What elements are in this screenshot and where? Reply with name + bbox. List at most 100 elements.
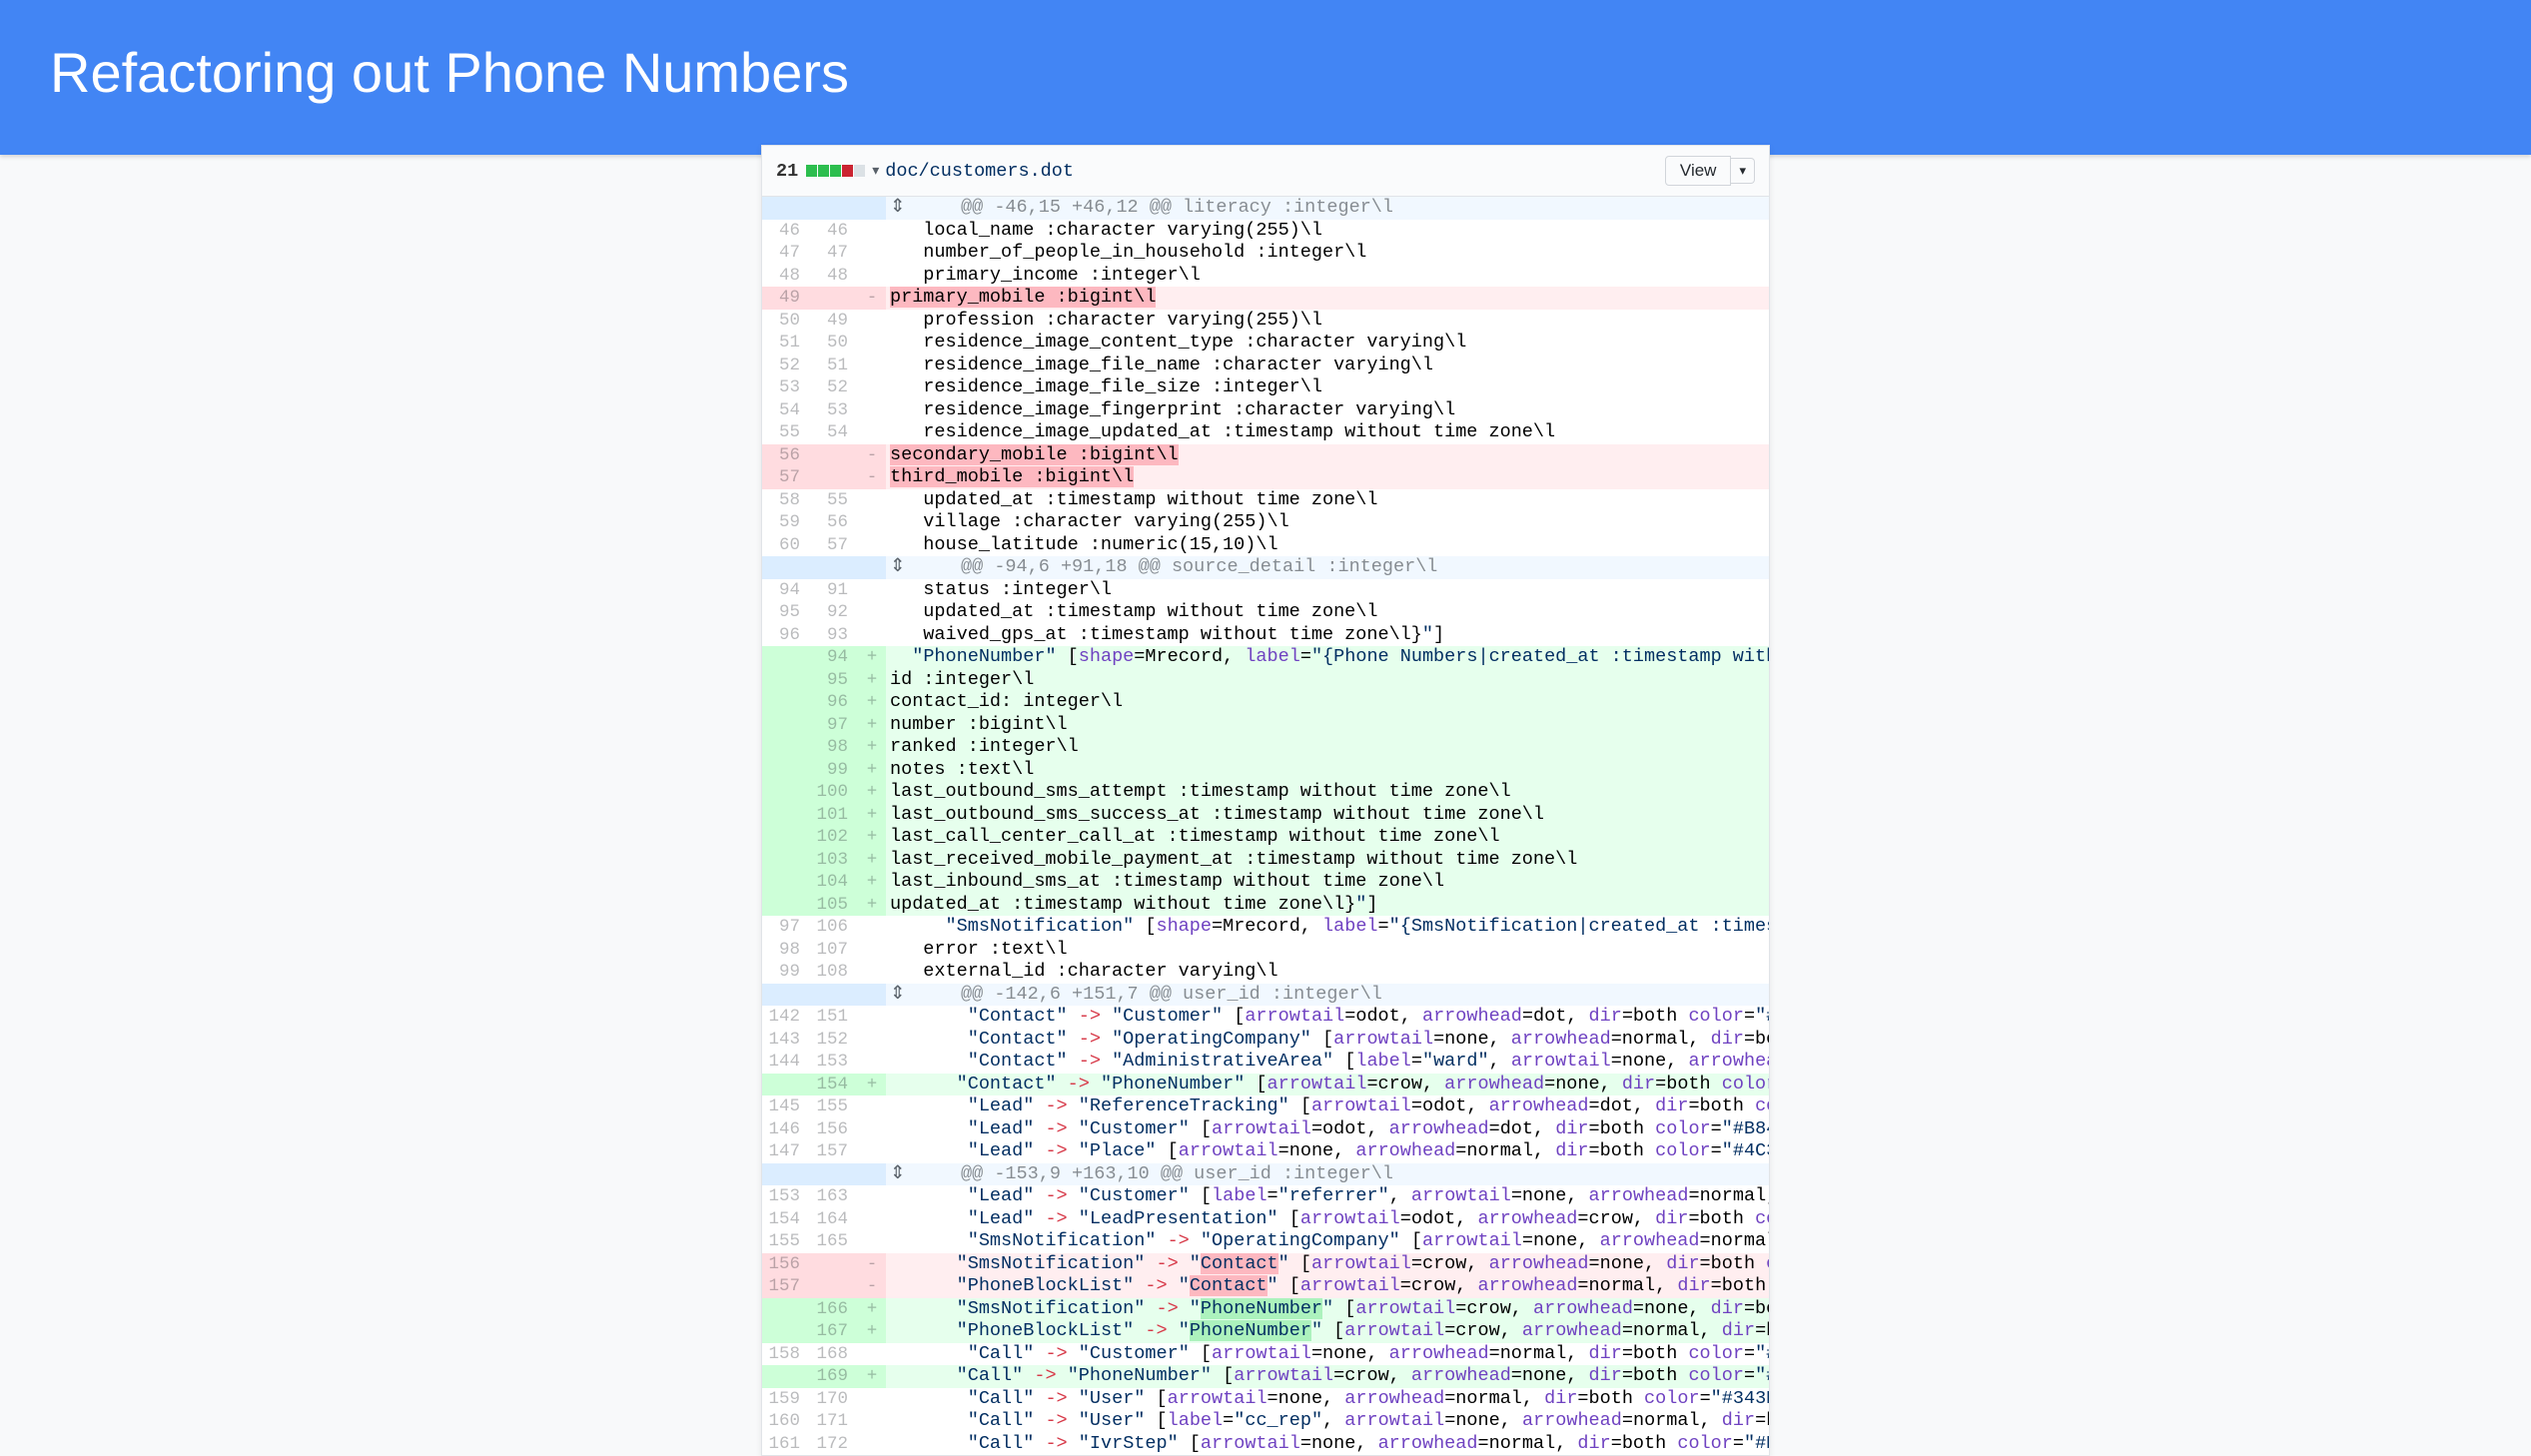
line-number-old[interactable] (762, 669, 810, 692)
line-number-new[interactable]: 153 (810, 1051, 858, 1074)
line-number-new[interactable]: 57 (810, 534, 858, 557)
line-number-new[interactable] (810, 1253, 858, 1276)
line-number-old[interactable]: 95 (762, 601, 810, 624)
line-number-old[interactable]: 57 (762, 466, 810, 489)
line-number-old[interactable]: 48 (762, 265, 810, 288)
line-number-old[interactable]: 146 (762, 1118, 810, 1141)
line-number-old[interactable]: 99 (762, 961, 810, 984)
line-number-old[interactable]: 55 (762, 421, 810, 444)
line-number-new[interactable] (810, 466, 858, 489)
line-number-new[interactable]: 99 (810, 759, 858, 782)
line-number-new[interactable]: 168 (810, 1343, 858, 1366)
line-number-new[interactable]: 103 (810, 849, 858, 872)
line-number-old[interactable]: 50 (762, 310, 810, 333)
line-number-old[interactable] (762, 871, 810, 894)
line-number-new[interactable]: 170 (810, 1388, 858, 1411)
line-number-old[interactable]: 153 (762, 1185, 810, 1208)
line-number-old[interactable] (762, 556, 810, 579)
line-number-old[interactable] (762, 759, 810, 782)
line-number-old[interactable]: 60 (762, 534, 810, 557)
line-number-new[interactable]: 46 (810, 220, 858, 243)
line-number-new[interactable]: 167 (810, 1320, 858, 1343)
line-number-new[interactable]: 56 (810, 511, 858, 534)
line-number-old[interactable]: 46 (762, 220, 810, 243)
view-button[interactable]: View (1665, 156, 1732, 186)
line-number-old[interactable] (762, 1163, 810, 1186)
line-number-old[interactable] (762, 714, 810, 737)
line-number-new[interactable]: 55 (810, 489, 858, 512)
line-number-old[interactable]: 143 (762, 1029, 810, 1052)
line-number-new[interactable]: 105 (810, 894, 858, 917)
line-number-new[interactable]: 49 (810, 310, 858, 333)
line-number-old[interactable] (762, 197, 810, 220)
line-number-new[interactable]: 107 (810, 939, 858, 962)
line-number-old[interactable]: 47 (762, 242, 810, 265)
line-number-old[interactable] (762, 1365, 810, 1388)
line-number-old[interactable]: 53 (762, 376, 810, 399)
line-number-new[interactable]: 157 (810, 1140, 858, 1163)
line-number-old[interactable]: 157 (762, 1275, 810, 1298)
line-number-old[interactable]: 49 (762, 287, 810, 310)
line-number-new[interactable]: 171 (810, 1410, 858, 1433)
line-number-old[interactable]: 94 (762, 579, 810, 602)
line-number-old[interactable] (762, 1298, 810, 1321)
line-number-new[interactable]: 91 (810, 579, 858, 602)
line-number-new[interactable]: 53 (810, 399, 858, 422)
line-number-new[interactable]: 96 (810, 691, 858, 714)
line-number-old[interactable]: 158 (762, 1343, 810, 1366)
line-number-new[interactable]: 155 (810, 1095, 858, 1118)
line-number-new[interactable] (810, 1163, 858, 1186)
line-number-old[interactable] (762, 1074, 810, 1096)
line-number-new[interactable]: 169 (810, 1365, 858, 1388)
line-number-new[interactable]: 172 (810, 1433, 858, 1456)
line-number-old[interactable]: 51 (762, 332, 810, 355)
line-number-old[interactable]: 145 (762, 1095, 810, 1118)
line-number-old[interactable] (762, 646, 810, 669)
line-number-old[interactable]: 161 (762, 1433, 810, 1456)
line-number-new[interactable]: 106 (810, 916, 858, 939)
line-number-new[interactable]: 98 (810, 736, 858, 759)
line-number-old[interactable] (762, 894, 810, 917)
line-number-old[interactable] (762, 849, 810, 872)
line-number-new[interactable] (810, 984, 858, 1007)
line-number-new[interactable]: 100 (810, 781, 858, 804)
line-number-new[interactable] (810, 197, 858, 220)
line-number-new[interactable] (810, 1275, 858, 1298)
line-number-new[interactable]: 151 (810, 1006, 858, 1029)
line-number-new[interactable]: 104 (810, 871, 858, 894)
line-number-old[interactable]: 160 (762, 1410, 810, 1433)
line-number-old[interactable]: 52 (762, 355, 810, 377)
line-number-old[interactable]: 154 (762, 1208, 810, 1231)
line-number-old[interactable]: 59 (762, 511, 810, 534)
line-number-old[interactable]: 142 (762, 1006, 810, 1029)
line-number-old[interactable] (762, 691, 810, 714)
line-number-new[interactable]: 102 (810, 826, 858, 849)
line-number-new[interactable]: 97 (810, 714, 858, 737)
line-number-new[interactable]: 156 (810, 1118, 858, 1141)
line-number-new[interactable]: 51 (810, 355, 858, 377)
line-number-new[interactable]: 52 (810, 376, 858, 399)
line-number-old[interactable] (762, 804, 810, 827)
line-number-old[interactable]: 147 (762, 1140, 810, 1163)
line-number-new[interactable]: 101 (810, 804, 858, 827)
line-number-old[interactable]: 98 (762, 939, 810, 962)
line-number-new[interactable]: 108 (810, 961, 858, 984)
line-number-old[interactable] (762, 826, 810, 849)
line-number-old[interactable] (762, 781, 810, 804)
line-number-old[interactable] (762, 1320, 810, 1343)
line-number-new[interactable]: 93 (810, 624, 858, 647)
chevron-down-icon[interactable]: ▾ (872, 163, 879, 180)
line-number-old[interactable]: 97 (762, 916, 810, 939)
line-number-old[interactable]: 54 (762, 399, 810, 422)
view-caret-button[interactable]: ▾ (1731, 158, 1755, 184)
line-number-new[interactable]: 164 (810, 1208, 858, 1231)
line-number-old[interactable]: 155 (762, 1230, 810, 1253)
line-number-new[interactable]: 54 (810, 421, 858, 444)
line-number-new[interactable]: 94 (810, 646, 858, 669)
line-number-new[interactable] (810, 287, 858, 310)
line-number-new[interactable]: 152 (810, 1029, 858, 1052)
line-number-new[interactable]: 165 (810, 1230, 858, 1253)
line-number-new[interactable]: 163 (810, 1185, 858, 1208)
line-number-old[interactable]: 96 (762, 624, 810, 647)
line-number-new[interactable]: 47 (810, 242, 858, 265)
